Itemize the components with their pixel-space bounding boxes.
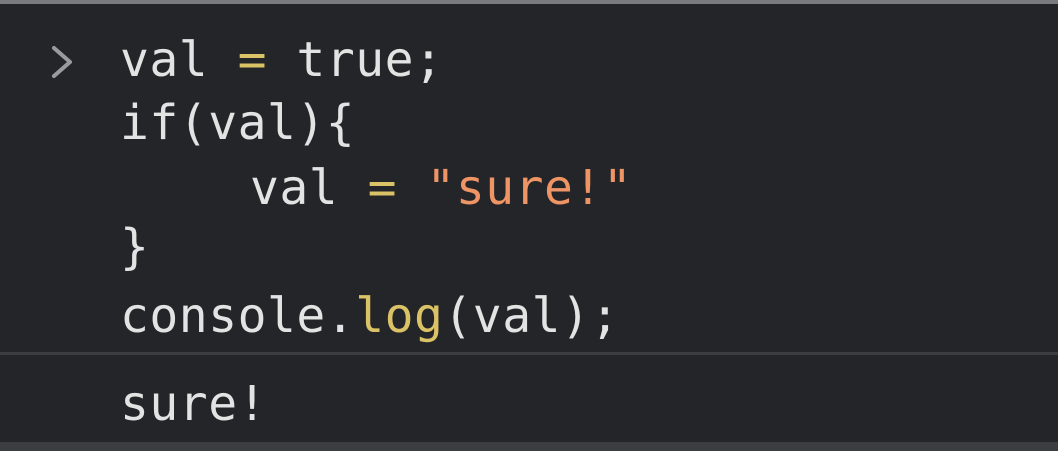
code-token-object: console. (120, 288, 356, 344)
devtools-console: val = true; if(val){ val = "sure!" } con… (0, 4, 1058, 451)
code-token-variable: val (120, 32, 209, 88)
code-token-arguments: (val); (443, 288, 620, 344)
code-line-2: if(val){ (120, 94, 355, 152)
code-token-semicolon: ; (414, 32, 444, 88)
code-token-operator: = (367, 160, 398, 216)
code-token-string: "sure!" (426, 160, 633, 216)
code-token-operator: = (237, 32, 268, 88)
code-line-4: } (120, 218, 149, 276)
code-line-5: console.log(val); (120, 287, 620, 345)
console-bottom-border (0, 442, 1058, 451)
console-output-text: sure! (120, 376, 267, 432)
console-input-entry[interactable]: val = true; if(val){ val = "sure!" } con… (0, 4, 1058, 352)
code-line-3: val = "sure!" (250, 159, 632, 217)
code-token-function: log (355, 288, 444, 344)
code-token-boolean: true (296, 32, 415, 88)
code-token-variable: val (250, 160, 339, 216)
console-output-entry[interactable]: sure! (0, 355, 1058, 445)
code-token-if: if(val){ (120, 95, 356, 151)
code-token-brace: } (120, 219, 150, 275)
chevron-right-icon (52, 46, 72, 78)
code-line-1: val = true; (120, 31, 443, 89)
